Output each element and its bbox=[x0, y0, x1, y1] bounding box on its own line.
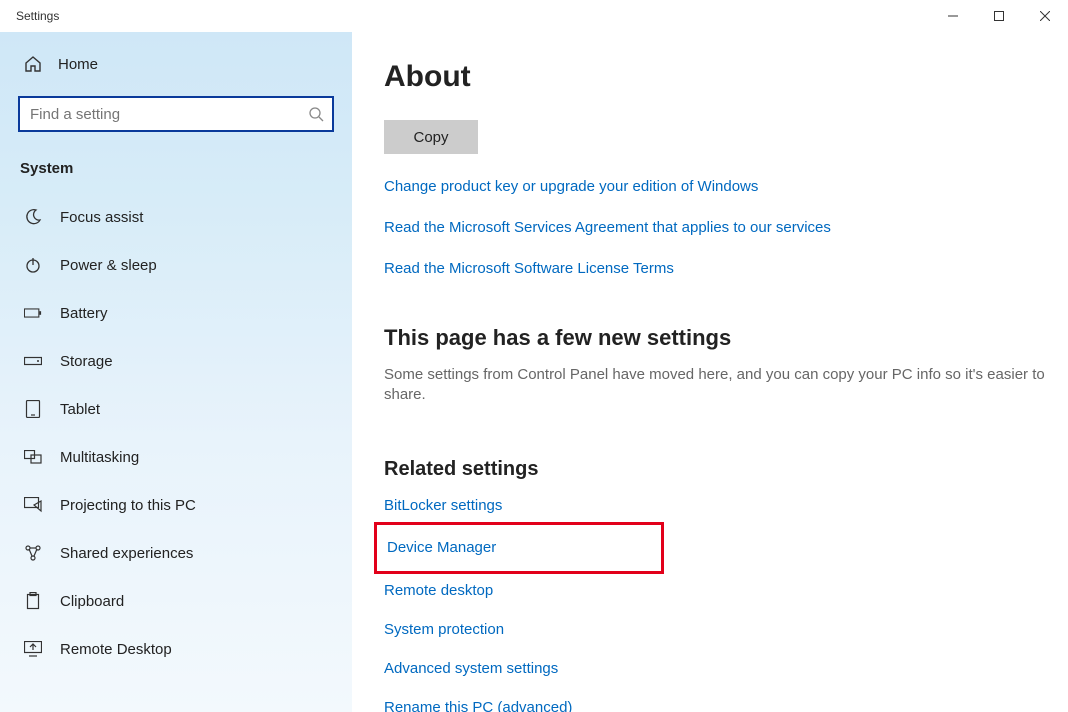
sidebar-item-storage[interactable]: Storage bbox=[18, 337, 352, 385]
sidebar-item-label: Clipboard bbox=[60, 593, 124, 610]
sidebar-item-projecting[interactable]: Projecting to this PC bbox=[18, 481, 352, 529]
related-link-system-protection[interactable]: System protection bbox=[384, 621, 1048, 638]
titlebar: Settings bbox=[0, 0, 1068, 32]
link-software-license[interactable]: Read the Microsoft Software License Term… bbox=[384, 260, 1048, 277]
shared-icon bbox=[24, 544, 42, 562]
home-nav[interactable]: Home bbox=[18, 40, 334, 88]
copy-button[interactable]: Copy bbox=[384, 120, 478, 154]
related-link-device-manager[interactable]: Device Manager bbox=[387, 539, 496, 556]
related-settings-list: BitLocker settings Device Manager Remote d… bbox=[384, 497, 1048, 712]
window-controls bbox=[930, 0, 1068, 32]
sidebar-item-label: Remote Desktop bbox=[60, 641, 172, 658]
sidebar-item-shared-experiences[interactable]: Shared experiences bbox=[18, 529, 352, 577]
remote-desktop-icon bbox=[24, 641, 42, 657]
multitasking-icon bbox=[24, 450, 42, 464]
sidebar-item-remote-desktop[interactable]: Remote Desktop bbox=[18, 625, 352, 673]
maximize-button[interactable] bbox=[976, 0, 1022, 32]
main-content: About Copy Change product key or upgrade… bbox=[352, 32, 1068, 712]
action-links: Change product key or upgrade your editi… bbox=[384, 178, 1048, 277]
link-services-agreement[interactable]: Read the Microsoft Services Agreement th… bbox=[384, 219, 1048, 236]
related-link-bitlocker-settings[interactable]: BitLocker settings bbox=[384, 497, 1048, 514]
sidebar-item-label: Shared experiences bbox=[60, 545, 193, 562]
close-button[interactable] bbox=[1022, 0, 1068, 32]
new-settings-description: Some settings from Control Panel have mo… bbox=[384, 365, 1048, 404]
sidebar: Home System Focus assist Power & sl bbox=[0, 32, 352, 712]
link-change-product-key[interactable]: Change product key or upgrade your editi… bbox=[384, 178, 1048, 195]
search-input[interactable] bbox=[30, 106, 308, 123]
related-settings-heading: Related settings bbox=[384, 458, 1048, 481]
sidebar-item-label: Tablet bbox=[60, 401, 100, 418]
battery-icon bbox=[24, 307, 42, 319]
sidebar-item-multitasking[interactable]: Multitasking bbox=[18, 433, 352, 481]
sidebar-item-label: Focus assist bbox=[60, 209, 143, 226]
moon-icon bbox=[24, 208, 42, 226]
sidebar-item-power-sleep[interactable]: Power & sleep bbox=[18, 241, 352, 289]
home-icon bbox=[24, 55, 42, 73]
page-title: About bbox=[384, 60, 1048, 94]
sidebar-item-label: Multitasking bbox=[60, 449, 139, 466]
storage-icon bbox=[24, 355, 42, 367]
home-label: Home bbox=[58, 56, 98, 73]
maximize-icon bbox=[994, 11, 1004, 21]
sidebar-nav: Focus assist Power & sleep Battery Stora… bbox=[0, 187, 352, 673]
annotation-highlight: Device Manager bbox=[374, 522, 664, 574]
sidebar-item-focus-assist[interactable]: Focus assist bbox=[18, 193, 352, 241]
search-input-wrap[interactable] bbox=[18, 96, 334, 132]
sidebar-item-tablet[interactable]: Tablet bbox=[18, 385, 352, 433]
sidebar-item-label: Power & sleep bbox=[60, 257, 157, 274]
tablet-icon bbox=[24, 400, 42, 418]
sidebar-item-battery[interactable]: Battery bbox=[18, 289, 352, 337]
projecting-icon bbox=[24, 497, 42, 513]
power-icon bbox=[24, 256, 42, 274]
related-link-rename-this-pc-advanced[interactable]: Rename this PC (advanced) bbox=[384, 699, 1048, 712]
related-link-advanced-system-settings[interactable]: Advanced system settings bbox=[384, 660, 1048, 677]
sidebar-item-label: Storage bbox=[60, 353, 113, 370]
sidebar-item-clipboard[interactable]: Clipboard bbox=[18, 577, 352, 625]
sidebar-item-label: Projecting to this PC bbox=[60, 497, 196, 514]
close-icon bbox=[1040, 11, 1050, 21]
clipboard-icon bbox=[24, 592, 42, 610]
sidebar-category: System bbox=[18, 160, 334, 177]
related-link-remote-desktop[interactable]: Remote desktop bbox=[384, 582, 1048, 599]
window-title: Settings bbox=[16, 9, 59, 23]
sidebar-item-label: Battery bbox=[60, 305, 108, 322]
minimize-icon bbox=[948, 11, 958, 21]
new-settings-heading: This page has a few new settings bbox=[384, 325, 1048, 351]
minimize-button[interactable] bbox=[930, 0, 976, 32]
search-icon bbox=[308, 106, 324, 122]
